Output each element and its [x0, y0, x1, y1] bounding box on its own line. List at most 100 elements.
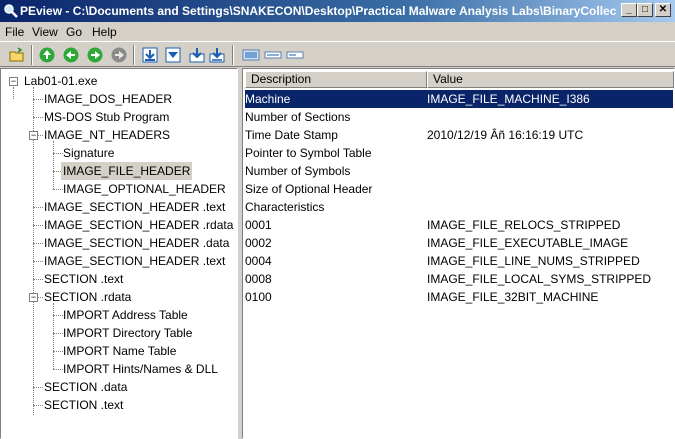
collapse-toggle-icon[interactable]: −	[9, 77, 18, 86]
tree-connector	[33, 279, 43, 280]
tree-connector	[38, 297, 43, 298]
toolbar-separator	[232, 45, 234, 65]
window-title: PEview - C:\Documents and Settings\SNAKE…	[20, 4, 616, 18]
tree-node-selected[interactable]: IMAGE_FILE_HEADER	[61, 162, 193, 180]
view-small-icon[interactable]	[286, 46, 304, 64]
tree-connector	[53, 189, 63, 190]
menu-bar: File View Go Help	[0, 22, 675, 40]
row-value: IMAGE_FILE_LINE_NUMS_STRIPPED	[427, 254, 640, 268]
collapse-toggle-icon[interactable]: −	[29, 293, 38, 302]
list-row[interactable]: Characteristics	[245, 198, 673, 216]
list-row[interactable]: 0002 IMAGE_FILE_EXECUTABLE_IMAGE	[245, 234, 673, 252]
row-description: Time Date Stamp	[245, 128, 338, 142]
list-row-selected[interactable]: Machine IMAGE_FILE_MACHINE_I386	[245, 90, 673, 108]
tree-node[interactable]: IMAGE_SECTION_HEADER .text	[44, 198, 225, 216]
tree-node-root[interactable]: Lab01-01.exe	[24, 72, 97, 90]
row-description: 0004	[245, 254, 272, 268]
list-row[interactable]: 0001 IMAGE_FILE_RELOCS_STRIPPED	[245, 216, 673, 234]
down-arrow-icon[interactable]	[164, 46, 182, 64]
magnifier-app-icon	[3, 3, 19, 19]
view-list-icon[interactable]	[264, 46, 282, 64]
list-row[interactable]: Size of Optional Header	[245, 180, 673, 198]
maximize-button[interactable]: □	[637, 3, 653, 17]
tree-connector	[53, 369, 63, 370]
column-header-value[interactable]: Value	[427, 71, 674, 88]
row-description: 0001	[245, 218, 272, 232]
tree-node[interactable]: IMAGE_SECTION_HEADER .data	[44, 234, 229, 252]
details-list-view[interactable]: Description Value Machine IMAGE_FILE_MAC…	[242, 68, 675, 439]
tree-connector	[33, 207, 43, 208]
list-row[interactable]: Number of Sections	[245, 108, 673, 126]
tree-connector	[33, 99, 43, 100]
row-value: IMAGE_FILE_RELOCS_STRIPPED	[427, 218, 621, 232]
row-description: 0002	[245, 236, 272, 250]
row-description: 0100	[245, 290, 272, 304]
row-value: IMAGE_FILE_MACHINE_I386	[427, 92, 590, 106]
save-down-icon[interactable]	[188, 46, 206, 64]
toolbar	[0, 41, 675, 67]
tree-node[interactable]: SECTION .data	[44, 378, 127, 396]
list-row[interactable]: Time Date Stamp 2010/12/19 Âñ 16:16:19 U…	[245, 126, 673, 144]
toolbar-separator	[31, 45, 33, 65]
tree-node[interactable]: IMAGE_NT_HEADERS	[44, 126, 170, 144]
tree-connector	[33, 405, 43, 406]
tree-connector	[38, 135, 43, 136]
tree-node[interactable]: Signature	[63, 144, 114, 162]
list-row[interactable]: Pointer to Symbol Table	[245, 144, 673, 162]
tree-node[interactable]: IMAGE_SECTION_HEADER .text	[44, 252, 225, 270]
tree-connector	[33, 387, 43, 388]
tree-node[interactable]: IMPORT Directory Table	[63, 324, 192, 342]
close-button[interactable]: ✕	[655, 3, 671, 17]
tree-connector	[53, 351, 63, 352]
collapse-toggle-icon[interactable]: −	[29, 131, 38, 140]
tree-node[interactable]: IMAGE_SECTION_HEADER .rdata	[44, 216, 233, 234]
row-value: IMAGE_FILE_LOCAL_SYMS_STRIPPED	[427, 272, 652, 286]
tree-node[interactable]: IMPORT Address Table	[63, 306, 188, 324]
tree-connector	[33, 117, 43, 118]
tree-connector	[53, 333, 63, 334]
download-icon[interactable]	[141, 46, 159, 64]
minimize-button[interactable]: _	[621, 3, 637, 17]
tree-node[interactable]: SECTION .rdata	[44, 288, 131, 306]
tree-connector	[53, 153, 63, 154]
go-back-icon[interactable]	[38, 46, 56, 64]
row-value: IMAGE_FILE_EXECUTABLE_IMAGE	[427, 236, 629, 250]
go-up-icon[interactable]	[86, 46, 104, 64]
tree-node[interactable]: IMPORT Name Table	[63, 342, 176, 360]
row-description: Machine	[245, 92, 291, 106]
view-detail-icon[interactable]	[242, 46, 260, 64]
tree-view[interactable]: − − − Lab01-01.exe IMAGE_DOS_HEADER MS-D…	[0, 68, 238, 439]
menu-help[interactable]: Help	[92, 25, 117, 39]
column-header-description[interactable]: Description	[245, 71, 427, 88]
list-row[interactable]: 0004 IMAGE_FILE_LINE_NUMS_STRIPPED	[245, 252, 673, 270]
menu-view[interactable]: View	[32, 25, 58, 39]
tree-node[interactable]: IMAGE_DOS_HEADER	[44, 90, 172, 108]
open-folder-icon[interactable]	[8, 46, 26, 64]
tree-connector	[13, 87, 14, 99]
tree-node[interactable]: MS-DOS Stub Program	[44, 108, 169, 126]
tree-node[interactable]: SECTION .text	[44, 270, 123, 288]
row-description: Number of Sections	[245, 110, 351, 124]
tree-connector	[53, 315, 63, 316]
row-description: Pointer to Symbol Table	[245, 146, 372, 160]
title-bar[interactable]: PEview - C:\Documents and Settings\SNAKE…	[0, 0, 675, 22]
list-row[interactable]: 0100 IMAGE_FILE_32BIT_MACHINE	[245, 288, 673, 306]
tree-node[interactable]: SECTION .text	[44, 396, 123, 414]
tree-connector	[33, 261, 43, 262]
go-disabled-icon[interactable]	[110, 46, 128, 64]
row-description: Size of Optional Header	[245, 182, 373, 196]
tree-connector	[53, 303, 54, 369]
tree-node[interactable]: IMPORT Hints/Names & DLL	[63, 360, 218, 378]
row-description: 0008	[245, 272, 272, 286]
go-forward-icon[interactable]	[62, 46, 80, 64]
list-row[interactable]: 0008 IMAGE_FILE_LOCAL_SYMS_STRIPPED	[245, 270, 673, 288]
tree-connector	[33, 243, 43, 244]
row-value: 2010/12/19 Âñ 16:16:19 UTC	[427, 128, 584, 142]
row-description: Number of Symbols	[245, 164, 351, 178]
tree-node[interactable]: IMAGE_OPTIONAL_HEADER	[63, 180, 226, 198]
tree-connector	[33, 225, 43, 226]
save-all-icon[interactable]	[208, 46, 226, 64]
menu-go[interactable]: Go	[66, 25, 82, 39]
menu-file[interactable]: File	[5, 25, 24, 39]
list-row[interactable]: Number of Symbols	[245, 162, 673, 180]
